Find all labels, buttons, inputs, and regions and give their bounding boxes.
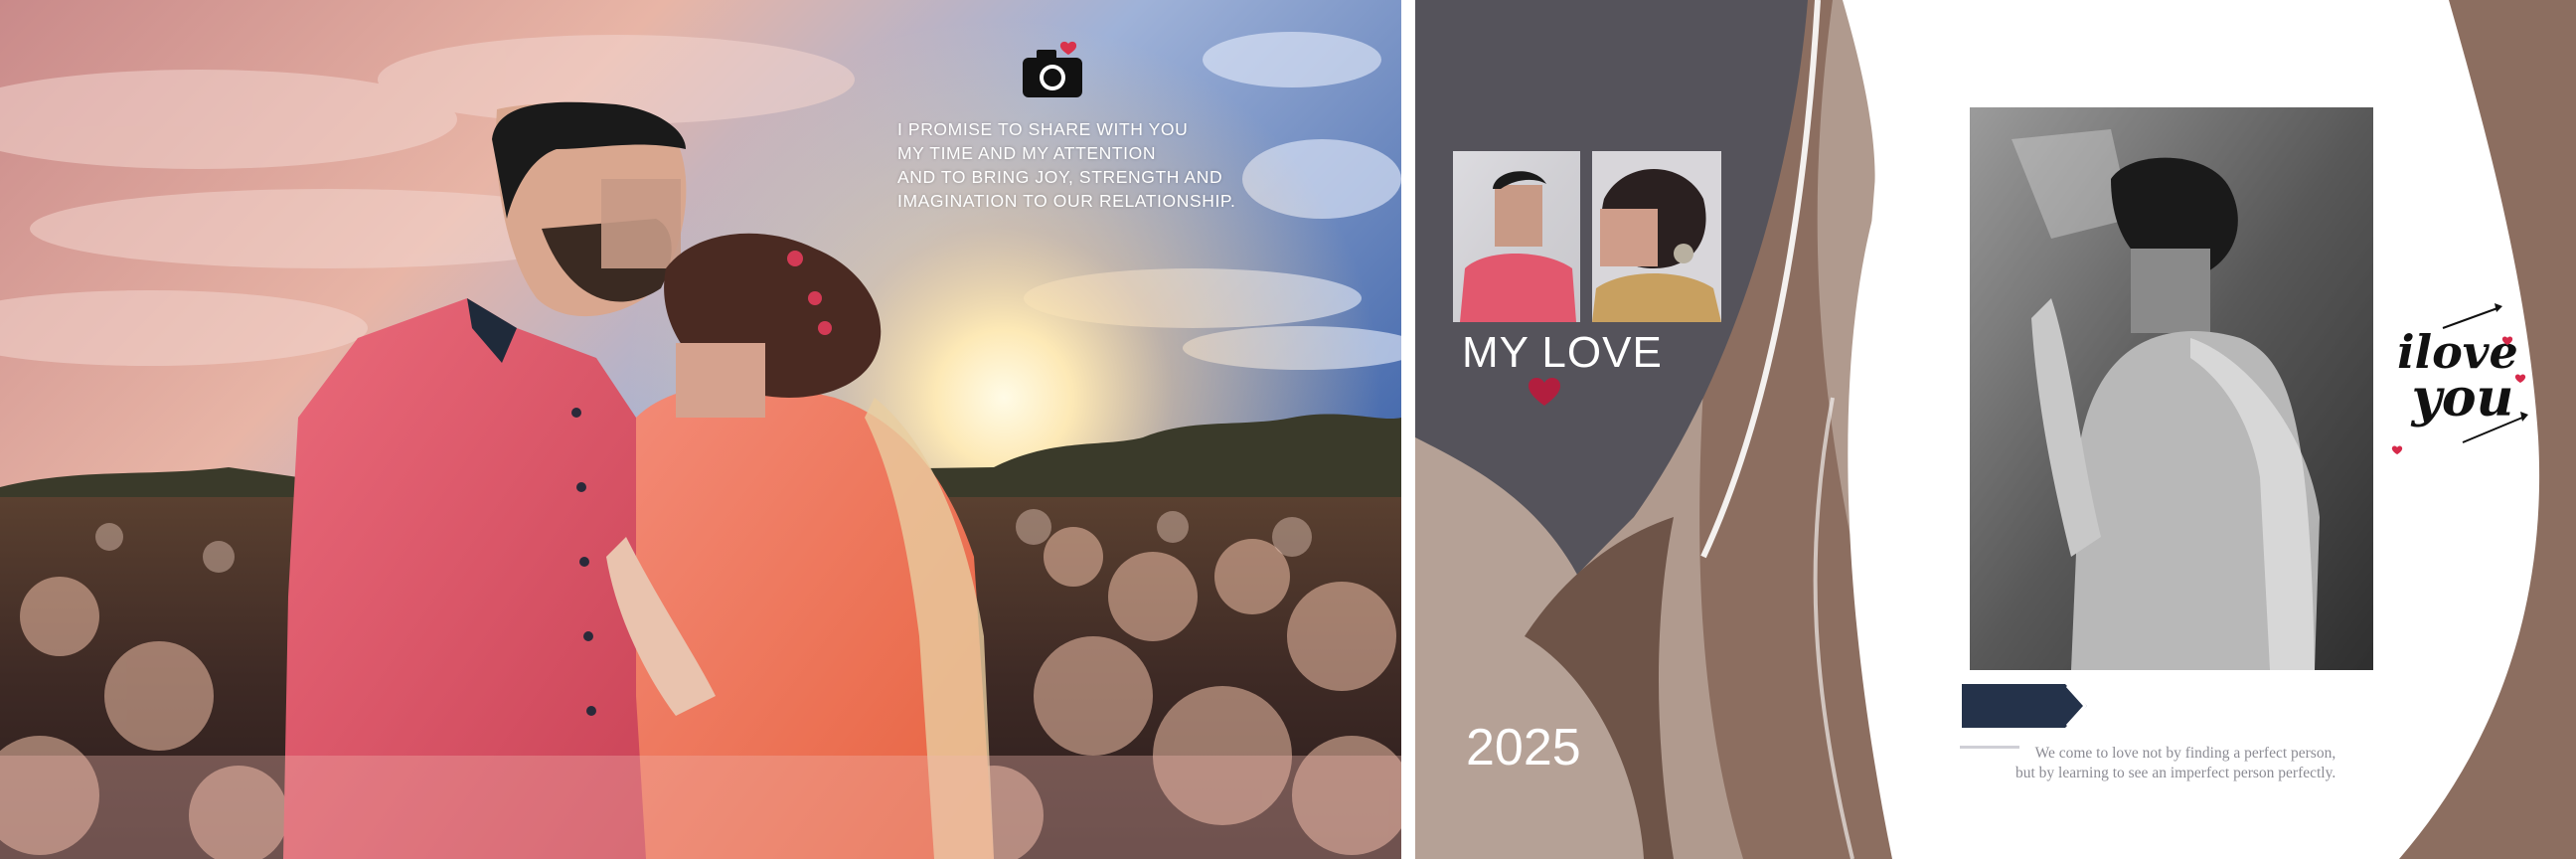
left-album-page: I PROMISE TO SHARE WITH YOU MY TIME AND …: [0, 0, 1401, 859]
promise-line-2: MY TIME AND MY ATTENTION: [897, 143, 1157, 163]
thumbnail-bride-photo: [1592, 151, 1721, 322]
thumbnail-groom-photo: [1453, 151, 1580, 322]
i-love-you-logo: ilove you: [2391, 303, 2528, 454]
heart-icon: [1529, 378, 1560, 406]
quote-line-2: but by learning to see an imperfect pers…: [2015, 765, 2336, 781]
year-label: 2025: [1466, 719, 1581, 776]
promise-line-3: AND TO BRING JOY, STRENGTH AND: [897, 167, 1223, 187]
quote-text: We come to love not by finding a perfect…: [2015, 744, 2335, 783]
right-album-page: MY LOVE 2025 We come to love not by find…: [1415, 0, 2576, 859]
promise-line-1: I PROMISE TO SHARE WITH YOU: [897, 119, 1189, 139]
promise-line-4: IMAGINATION TO OUR RELATIONSHIP.: [897, 191, 1236, 211]
quote-dash-decor: [1960, 746, 2019, 749]
svg-text:you: you: [2411, 368, 2514, 429]
bride-bw-photo: [1970, 107, 2373, 670]
arrow-tag-icon: [1962, 684, 2088, 728]
quote-line-1: We come to love not by finding a perfect…: [2034, 745, 2336, 762]
my-love-title: MY LOVE: [1462, 328, 1663, 377]
camera-icon: [1023, 41, 1082, 97]
promise-text: I PROMISE TO SHARE WITH YOU MY TIME AND …: [897, 117, 1235, 213]
page-gutter: [1401, 0, 1415, 859]
